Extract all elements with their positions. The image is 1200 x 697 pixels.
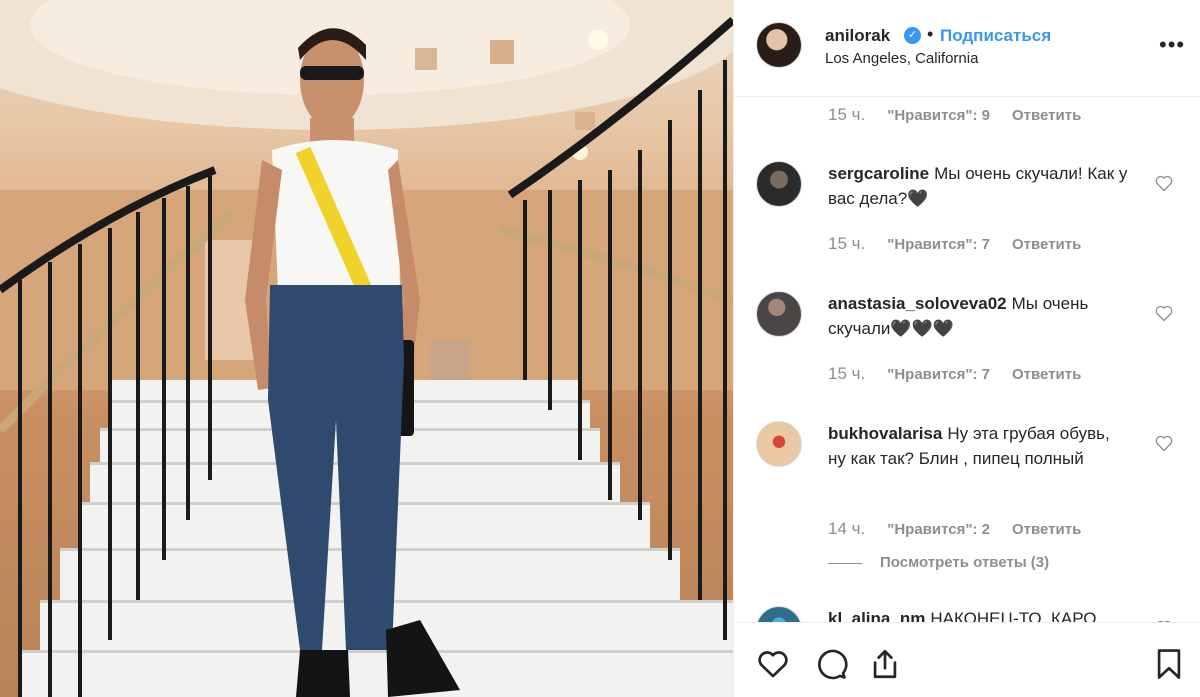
heart-icon[interactable] (756, 647, 790, 681)
post-side-panel: anilorak ✓ • Подписаться Los Angeles, Ca… (733, 0, 1200, 697)
commenter-username[interactable]: kl_alina_nm (828, 609, 925, 622)
comment-likes[interactable]: "Нравится": 7 (887, 366, 990, 383)
commenter-avatar[interactable] (756, 291, 802, 337)
comments-list[interactable]: 15 ч. "Нравится": 9 Ответить sergcaroline М… (734, 97, 1200, 622)
comment-body: anastasia_soloveva02 Мы очень скучали🖤🖤🖤 (828, 291, 1128, 341)
reply-button[interactable]: Ответить (1012, 107, 1081, 124)
comment-likes[interactable]: "Нравится": 9 (887, 107, 990, 124)
comment-body: bukhovalarisa Ну эта грубая обувь, ну как… (828, 421, 1128, 471)
comment-like-icon[interactable] (1154, 433, 1174, 453)
comment-icon[interactable] (814, 647, 848, 681)
author-username[interactable]: anilorak (825, 26, 890, 46)
verified-badge-icon: ✓ (904, 27, 921, 44)
commenter-avatar[interactable] (756, 161, 802, 207)
reply-button[interactable]: Ответить (1012, 366, 1081, 383)
follow-button[interactable]: Подписаться (940, 26, 1051, 46)
comment-like-icon[interactable] (1154, 303, 1174, 323)
comment-body: sergcaroline Мы очень скучали! Как у вас … (828, 161, 1128, 211)
author-avatar[interactable] (756, 22, 802, 68)
more-options-icon[interactable]: ••• (1159, 34, 1185, 56)
comment-time[interactable]: 14 ч. (828, 519, 865, 538)
comment-meta: 15 ч. "Нравится": 9 Ответить (828, 105, 1081, 125)
comment-meta: 15 ч. "Нравится": 7 Ответить (828, 234, 1081, 254)
share-icon[interactable] (868, 647, 902, 681)
comment-time[interactable]: 15 ч. (828, 364, 865, 383)
comment-meta: 14 ч. "Нравится": 2 Ответить (828, 519, 1081, 539)
bookmark-icon[interactable] (1152, 647, 1186, 681)
commenter-username[interactable]: sergcaroline (828, 164, 929, 183)
comment-likes[interactable]: "Нравится": 2 (887, 521, 990, 538)
separator-dot: • (927, 24, 934, 44)
comment-text: НАКОНЕЦ-ТО, КАРО (930, 609, 1097, 622)
commenter-avatar[interactable] (756, 421, 802, 467)
commenter-avatar[interactable] (756, 606, 802, 622)
post-location[interactable]: Los Angeles, California (825, 50, 978, 67)
post-header: anilorak ✓ • Подписаться Los Angeles, Ca… (734, 0, 1200, 97)
commenter-username[interactable]: anastasia_soloveva02 (828, 294, 1007, 313)
comment-time[interactable]: 15 ч. (828, 105, 865, 124)
comment-time[interactable]: 15 ч. (828, 234, 865, 253)
comment-body: kl_alina_nm НАКОНЕЦ-ТО, КАРО (828, 606, 1128, 622)
reply-button[interactable]: Ответить (1012, 236, 1081, 253)
view-replies-button[interactable]: Посмотреть ответы (3) (828, 554, 1049, 571)
comment-like-icon[interactable] (1154, 173, 1174, 193)
post-actions-bar (734, 622, 1200, 697)
reply-button[interactable]: Ответить (1012, 521, 1081, 538)
photo-scene (0, 0, 733, 697)
commenter-username[interactable]: bukhovalarisa (828, 424, 942, 443)
post-photo (0, 0, 733, 697)
comment-likes[interactable]: "Нравится": 7 (887, 236, 990, 253)
view-replies-label[interactable]: Посмотреть ответы (3) (880, 554, 1049, 571)
comment-meta: 15 ч. "Нравится": 7 Ответить (828, 364, 1081, 384)
replies-divider-line (828, 562, 862, 564)
